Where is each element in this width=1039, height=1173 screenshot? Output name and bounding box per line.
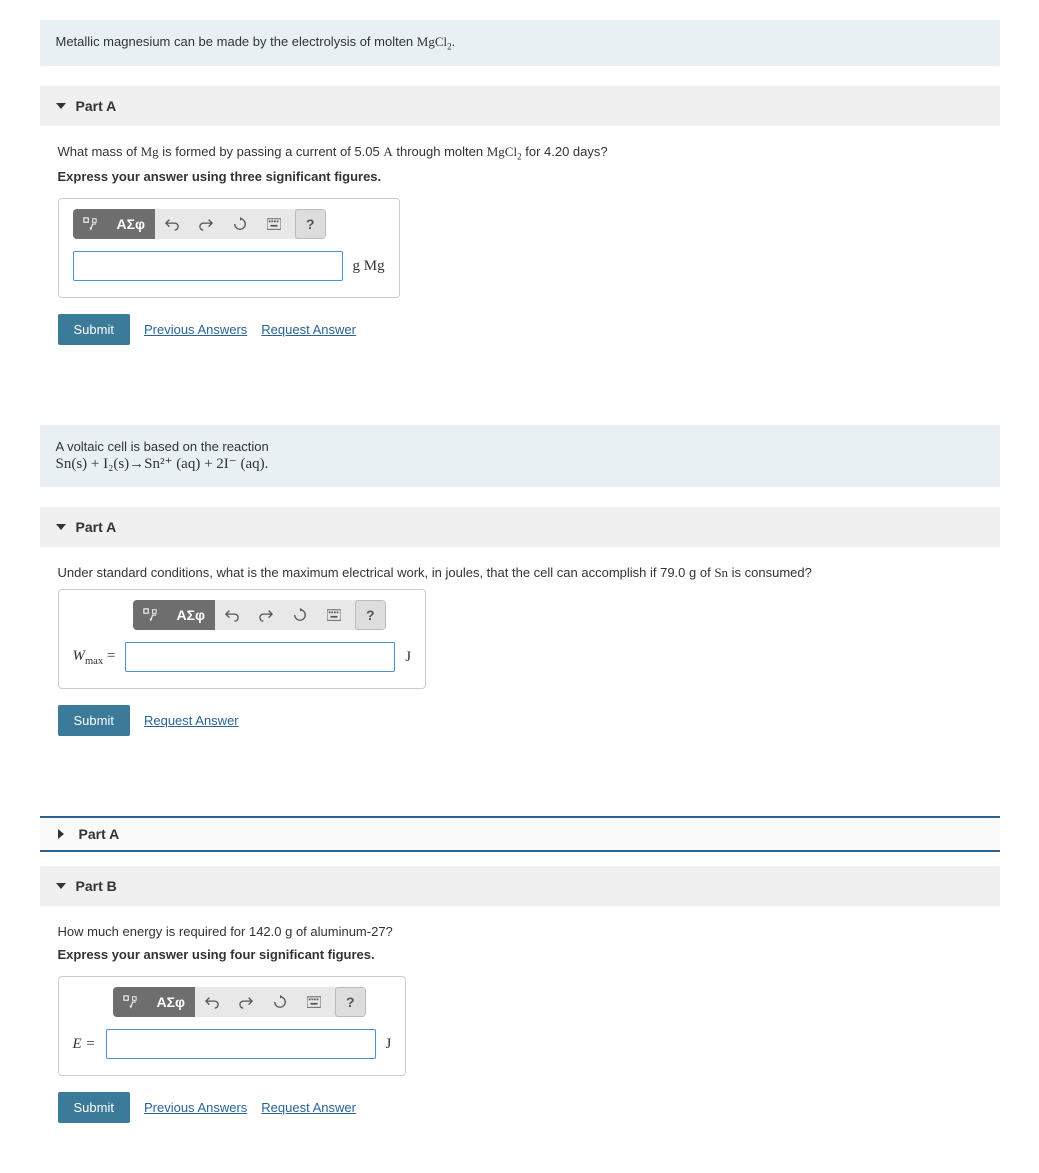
keyboard-button[interactable] <box>297 987 331 1017</box>
part-label: Part A <box>76 519 117 535</box>
keyboard-icon <box>307 995 321 1009</box>
keyboard-icon <box>327 608 341 622</box>
previous-answers-link[interactable]: Previous Answers <box>144 322 247 337</box>
submit-button[interactable]: Submit <box>58 314 130 345</box>
part-a-header[interactable]: Part A <box>40 86 1000 126</box>
problem2-intro: A voltaic cell is based on the reaction … <box>40 425 1000 487</box>
answer-input[interactable] <box>125 642 395 672</box>
request-answer-link[interactable]: Request Answer <box>261 1100 356 1115</box>
part-label: Part A <box>76 98 117 114</box>
unit-label: J <box>386 1036 392 1053</box>
help-button[interactable]: ? <box>335 987 366 1017</box>
fraction-root-icon <box>123 995 137 1009</box>
formula-toolbar: ΑΣφ ? <box>133 600 386 630</box>
intro-line1: A voltaic cell is based on the reaction <box>56 439 269 454</box>
templates-button[interactable] <box>113 987 147 1017</box>
reset-button[interactable] <box>223 209 257 239</box>
answer-panel: ΑΣφ ? Wmax = J <box>58 589 427 689</box>
help-button[interactable]: ? <box>355 600 386 630</box>
intro-text: Metallic magnesium can be made by the el… <box>56 34 417 49</box>
part-a-content-2: Under standard conditions, what is the m… <box>40 565 1000 766</box>
request-answer-link[interactable]: Request Answer <box>261 322 356 337</box>
templates-button[interactable] <box>73 209 107 239</box>
redo-icon <box>259 608 273 622</box>
intro-post: . <box>452 34 456 49</box>
part-a-header-2[interactable]: Part A <box>40 507 1000 547</box>
problem1-intro: Metallic magnesium can be made by the el… <box>40 20 1000 66</box>
help-button[interactable]: ? <box>295 209 326 239</box>
question-text: What mass of Mg is formed by passing a c… <box>58 144 982 162</box>
reset-icon <box>293 608 307 622</box>
formula-toolbar: ΑΣφ ? <box>73 209 326 239</box>
keyboard-button[interactable] <box>317 600 351 630</box>
redo-button[interactable] <box>229 987 263 1017</box>
reset-button[interactable] <box>283 600 317 630</box>
undo-icon <box>225 608 239 622</box>
reset-icon <box>233 217 247 231</box>
question-text: Under standard conditions, what is the m… <box>58 565 982 581</box>
redo-button[interactable] <box>249 600 283 630</box>
templates-button[interactable] <box>133 600 167 630</box>
chevron-down-icon <box>56 883 66 889</box>
part-b-header[interactable]: Part B <box>40 866 1000 906</box>
action-row: Submit Previous Answers Request Answer <box>58 1092 982 1123</box>
action-row: Submit Request Answer <box>58 705 982 736</box>
input-row: Wmax = J <box>73 642 412 672</box>
request-answer-link[interactable]: Request Answer <box>144 713 239 728</box>
reset-button[interactable] <box>263 987 297 1017</box>
part-a-content: What mass of Mg is formed by passing a c… <box>40 144 1000 376</box>
answer-input[interactable] <box>106 1029 376 1059</box>
greek-button[interactable]: ΑΣφ <box>147 987 196 1017</box>
answer-panel: ΑΣφ ? g Mg <box>58 198 400 298</box>
chevron-down-icon <box>56 103 66 109</box>
undo-button[interactable] <box>195 987 229 1017</box>
undo-icon <box>205 995 219 1009</box>
variable-label: Wmax = <box>73 648 116 667</box>
reaction-equation: Sn(s) + I₂(s)→Sn²⁺ (aq) + 2I⁻ (aq). <box>56 456 269 472</box>
unit-label: g Mg <box>353 258 385 275</box>
input-row: E = J <box>73 1029 392 1059</box>
chevron-right-icon <box>58 829 69 839</box>
redo-button[interactable] <box>189 209 223 239</box>
undo-button[interactable] <box>155 209 189 239</box>
reset-icon <box>273 995 287 1009</box>
part-label: Part A <box>79 826 120 842</box>
action-row: Submit Previous Answers Request Answer <box>58 314 982 345</box>
keyboard-button[interactable] <box>257 209 291 239</box>
part-b-content: How much energy is required for 142.0 g … <box>40 924 1000 1153</box>
answer-panel: ΑΣφ ? E = J <box>58 976 407 1076</box>
instruction-text: Express your answer using four significa… <box>58 947 982 962</box>
answer-input[interactable] <box>73 251 343 281</box>
submit-button[interactable]: Submit <box>58 705 130 736</box>
greek-button[interactable]: ΑΣφ <box>167 600 216 630</box>
variable-label: E = <box>73 1036 96 1053</box>
unit-label: J <box>405 649 411 666</box>
question-text: How much energy is required for 142.0 g … <box>58 924 982 939</box>
part-a-header-collapsed[interactable]: Part A <box>40 816 1000 852</box>
chem-formula: MgCl <box>417 34 447 49</box>
fraction-root-icon <box>83 217 97 231</box>
keyboard-icon <box>267 217 281 231</box>
undo-icon <box>165 217 179 231</box>
greek-button[interactable]: ΑΣφ <box>107 209 156 239</box>
input-row: g Mg <box>73 251 385 281</box>
fraction-root-icon <box>143 608 157 622</box>
undo-button[interactable] <box>215 600 249 630</box>
redo-icon <box>199 217 213 231</box>
formula-toolbar: ΑΣφ ? <box>113 987 366 1017</box>
redo-icon <box>239 995 253 1009</box>
previous-answers-link[interactable]: Previous Answers <box>144 1100 247 1115</box>
chevron-down-icon <box>56 524 66 530</box>
part-label: Part B <box>76 878 117 894</box>
submit-button[interactable]: Submit <box>58 1092 130 1123</box>
instruction-text: Express your answer using three signific… <box>58 169 982 184</box>
